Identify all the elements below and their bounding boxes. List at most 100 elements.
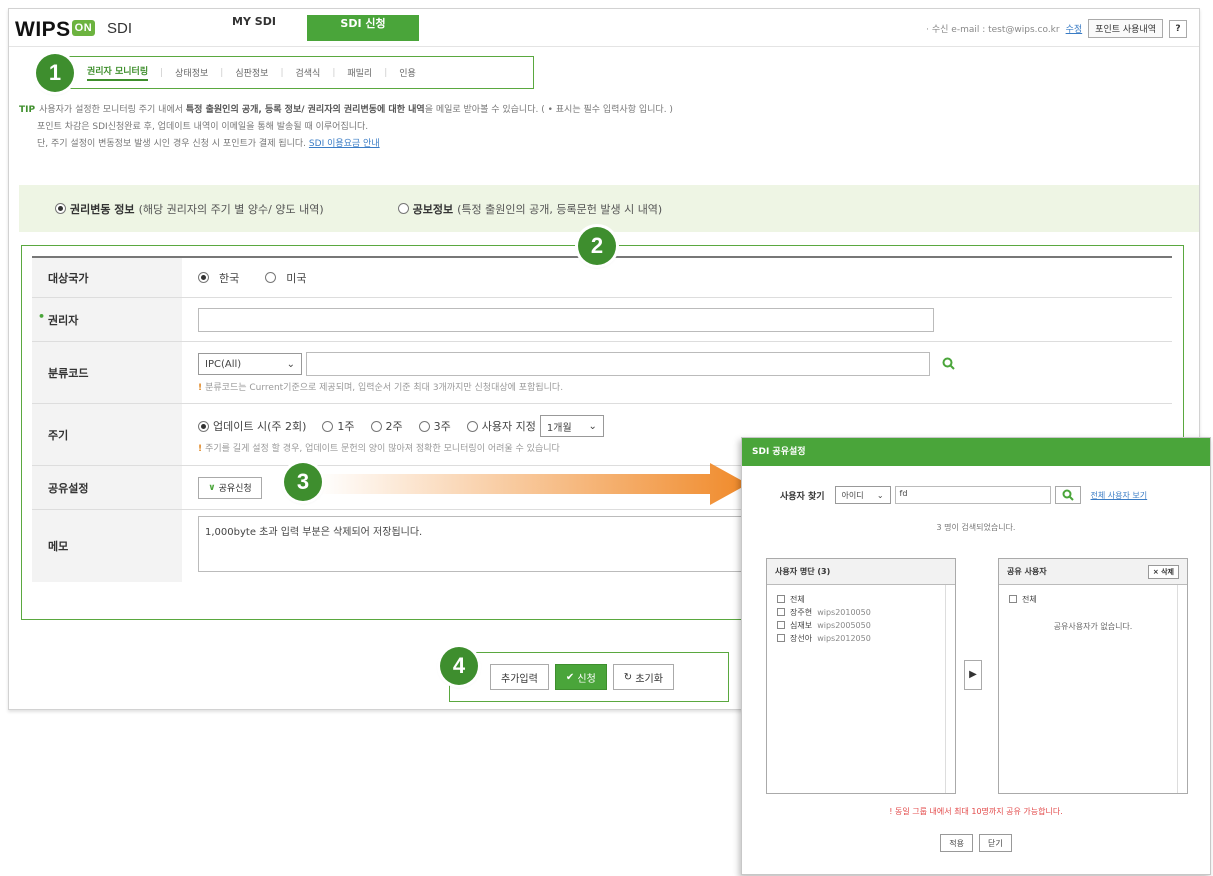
submit-button[interactable]: ✔ 신청 [554, 664, 607, 690]
user-list-panel: 사용자 명단 (3) 전체 장주현 wips2010050 심재보 wips20… [766, 558, 956, 794]
search-icon [1062, 489, 1074, 501]
help-button[interactable]: ? [1169, 19, 1187, 38]
edit-email-link[interactable]: 수정 [1066, 22, 1083, 35]
action-highlight: 추가입력 ✔ 신청 ↻ 초기화 [449, 652, 729, 702]
search-type-select[interactable]: 아이디 ⌄ [834, 486, 891, 504]
search-result-count: 3 명이 검색되었습니다. [936, 523, 1016, 532]
checkbox[interactable] [777, 595, 785, 603]
subnav-family[interactable]: 패밀리 [347, 66, 372, 79]
list-item[interactable]: 심재보 wips2005050 [777, 619, 945, 632]
radio-icon[interactable] [397, 203, 409, 214]
user-list-title: 사용자 명단 (3) [775, 567, 831, 576]
code-type-select[interactable]: IPC(All) ⌄ [198, 353, 302, 375]
chevron-down-icon: ⌄ [286, 358, 295, 370]
step-badge-3: 3 [284, 463, 322, 501]
checkbox[interactable] [777, 634, 785, 642]
radio-period-2w[interactable] [370, 420, 382, 432]
checkbox[interactable] [777, 608, 785, 616]
custom-period-select[interactable]: 1개월 ⌄ [539, 415, 604, 437]
triangle-right-icon: ▶ [969, 669, 977, 680]
subnav-search-query[interactable]: 검색식 [295, 66, 320, 79]
user-search: 사용자 찾기 아이디 ⌄ fd 전체 사용자 보기 [780, 486, 1147, 504]
reset-button[interactable]: ↻ 초기화 [612, 664, 674, 690]
email-label: · 수신 e-mail : test@wips.co.kr [926, 25, 1060, 35]
divider: | [220, 67, 224, 78]
holder-label: 권리자 [48, 313, 79, 327]
row-classification: 분류코드 IPC(All) ⌄ ! 분류코드는 Current기준으로 제공되며, … [32, 342, 1172, 404]
radio-korea[interactable] [198, 272, 209, 283]
apply-button[interactable]: 적용 [940, 834, 973, 852]
subnav-citation[interactable]: 인용 [399, 66, 416, 79]
memo-textarea[interactable]: 1,000byte 초과 입력 부분은 삭제되어 저장됩니다. [198, 516, 758, 572]
share-settings-popup: SDI 공유설정 사용자 찾기 아이디 ⌄ fd 전체 사용자 보기 3 명이 검… [741, 437, 1211, 875]
code-note: ! 분류코드는 Current기준으로 제공되며, 입력순서 기준 최대 3개까지… [198, 383, 564, 393]
list-item[interactable]: 장주현 wips2010050 [777, 606, 945, 619]
subnav-status[interactable]: 상태정보 [175, 66, 208, 79]
select-all-users[interactable]: 전체 [777, 593, 945, 606]
tip-text: TIP 사용자가 설정한 모니터링 주기 내에서 특정 출원인의 공개, 등록 정… [19, 105, 673, 149]
refresh-icon: ↻ [623, 671, 636, 683]
radio-period-update[interactable] [198, 420, 209, 432]
row-holder: • 권리자 [32, 298, 1172, 342]
search-icon[interactable] [942, 357, 956, 371]
checkbox[interactable] [1009, 595, 1017, 603]
holder-input[interactable] [198, 307, 934, 332]
radio-period-1w[interactable] [322, 420, 334, 432]
code-input[interactable] [306, 352, 930, 376]
chevron-down-icon: ⌄ [588, 420, 597, 432]
popup-title: SDI 공유설정 [742, 438, 1210, 466]
divider: | [280, 67, 284, 78]
share-label: 공유설정 [32, 466, 182, 509]
product-name: SDI [107, 20, 133, 37]
scrollbar[interactable] [945, 585, 955, 793]
tab-my-sdi[interactable]: MY SDI [209, 15, 299, 41]
code-label: 분류코드 [32, 342, 182, 403]
user-search-input[interactable]: fd [894, 486, 1051, 504]
share-request-button[interactable]: ∨ 공유신청 [198, 476, 262, 499]
period-label: 주기 [32, 404, 182, 465]
tab-sdi-request[interactable]: SDI 신청 [307, 15, 419, 41]
move-right-button[interactable]: ▶ [964, 660, 982, 690]
radio-period-custom[interactable] [466, 420, 478, 432]
chevron-down-icon: ⌄ [876, 490, 884, 500]
divider: | [160, 67, 164, 78]
step-badge-1: 1 [36, 54, 74, 92]
required-mark: • [38, 310, 46, 323]
radio-period-3w[interactable] [418, 420, 430, 432]
delete-button[interactable]: × 삭제 [1147, 564, 1179, 579]
option-rights-change[interactable]: 권리변동 정보 (해당 권리자의 주기 별 양수/ 양도 내역) [55, 201, 324, 217]
logo-badge: ON [71, 20, 96, 36]
step-badge-4: 4 [440, 647, 478, 685]
list-item[interactable]: 장선아 wips2012050 [777, 632, 945, 645]
divider: | [384, 67, 388, 78]
radio-checked-icon[interactable] [55, 203, 66, 214]
wips-logo[interactable]: WIPS ON [15, 18, 96, 42]
shared-users-title: 공유 사용자 [1007, 567, 1047, 576]
arrow-icon [318, 463, 748, 505]
radio-usa[interactable] [265, 272, 277, 283]
divider: | [332, 67, 336, 78]
subnav-holder-monitoring[interactable]: 권리자 모니터링 [87, 64, 149, 81]
subnav-trial[interactable]: 심판정보 [235, 66, 268, 79]
account-area: · 수신 e-mail : test@wips.co.kr 수정 포인트 사용내… [926, 19, 1187, 38]
user-search-button[interactable] [1054, 486, 1081, 504]
scrollbar[interactable] [1177, 585, 1187, 793]
check-icon: ✔ [565, 671, 578, 683]
info-type-select: 권리변동 정보 (해당 권리자의 주기 별 양수/ 양도 내역) 공보정보 (특정 … [19, 185, 1199, 232]
share-icon: ∨ [208, 482, 216, 493]
top-bar: WIPS ON SDI MY SDI SDI 신청 · 수신 e-mail : t… [9, 9, 1199, 47]
empty-message: 공유사용자가 없습니다. [1053, 622, 1133, 631]
pricing-link[interactable]: SDI 이용요금 안내 [309, 139, 380, 149]
tip-label: TIP [19, 105, 36, 115]
country-label: 대상국가 [32, 258, 182, 297]
checkbox[interactable] [777, 621, 785, 629]
select-all-shared[interactable]: 전체 [1009, 593, 1177, 606]
search-label: 사용자 찾기 [780, 491, 825, 502]
step-badge-2: 2 [578, 227, 616, 265]
option-gazette[interactable]: 공보정보 (특정 출원인의 공개, 등록문헌 발생 시 내역) [397, 201, 662, 217]
all-users-link[interactable]: 전체 사용자 보기 [1091, 490, 1148, 501]
share-limit-warning: ! 동일 그룹 내에서 최대 10명까지 공유 가능합니다. [889, 807, 1063, 816]
points-history-button[interactable]: 포인트 사용내역 [1088, 19, 1163, 38]
add-input-button[interactable]: 추가입력 [490, 664, 549, 690]
close-button[interactable]: 닫기 [979, 834, 1012, 852]
